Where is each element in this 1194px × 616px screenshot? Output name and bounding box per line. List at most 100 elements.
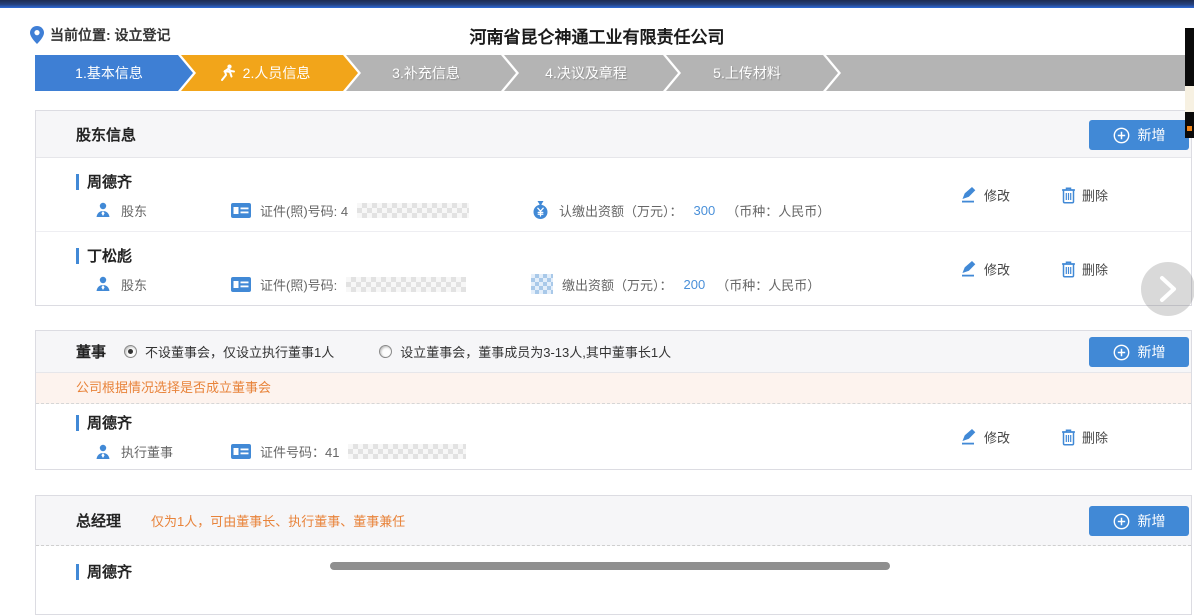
board-option-group: 不设董事会，仅设立执行董事1人 设立董事会，董事成员为3-13人,其中董事长1人 — [124, 342, 716, 361]
add-button-label: 新增 — [1138, 342, 1166, 362]
step-label: 3.补充信息 — [392, 63, 470, 83]
shareholders-section: 股东信息 新增 周德齐 股东 证件(照)号码: 4 — [35, 110, 1192, 306]
section-title: 股东信息 — [76, 124, 136, 145]
radio-with-board-label[interactable]: 设立董事会，董事成员为3-13人,其中董事长1人 — [400, 342, 671, 361]
pencil-icon — [961, 429, 978, 446]
radio-no-board-label[interactable]: 不设董事会，仅设立执行董事1人 — [145, 342, 334, 361]
name-accent-bar — [76, 415, 79, 431]
capital-suffix: （币种：人民币） — [716, 275, 820, 294]
side-widget-panel — [1185, 86, 1194, 112]
person-role: 股东 — [121, 275, 147, 294]
manager-note: 仅为1人，可由董事长、执行董事、董事兼任 — [151, 511, 405, 530]
person-role: 股东 — [121, 201, 147, 220]
side-float-widget[interactable] — [1185, 28, 1194, 138]
person-role: 执行董事 — [121, 442, 173, 461]
delete-button-label: 删除 — [1082, 428, 1108, 447]
section-title: 董事 — [76, 341, 106, 362]
delete-button-label: 删除 — [1082, 260, 1108, 279]
chevron-right-icon — [1157, 275, 1179, 303]
director-row: 周德齐 执行董事 证件号码：41 修改 — [36, 404, 1191, 470]
page-header: 当前位置: 设立登记 河南省昆仑神通工业有限责任公司 — [0, 8, 1194, 54]
edit-button-label: 修改 — [984, 428, 1010, 447]
step-label: 4.决议及章程 — [545, 63, 637, 83]
step-personnel-info[interactable]: 2.人员信息 — [181, 55, 358, 91]
plus-circle-icon — [1113, 344, 1130, 361]
plus-circle-icon — [1113, 513, 1130, 530]
shareholder-row: 周德齐 股东 证件(照)号码: 4 认缴出资额（万元）：300（币种： — [36, 158, 1191, 232]
manager-header: 总经理 仅为1人，可由董事长、执行董事、董事兼任 新增 — [36, 496, 1191, 546]
carousel-next-button[interactable] — [1141, 262, 1194, 316]
person-name-line: 周德齐 — [76, 412, 132, 433]
directors-header: 董事 不设董事会，仅设立执行董事1人 设立董事会，董事成员为3-13人,其中董事… — [36, 331, 1191, 373]
id-card-icon — [231, 277, 251, 292]
pencil-icon — [961, 186, 978, 203]
edit-button-label: 修改 — [984, 260, 1010, 279]
person-name: 丁松彪 — [87, 245, 132, 266]
row-actions: 修改 删除 — [961, 404, 1191, 470]
trash-icon — [1061, 261, 1076, 278]
redacted-money-bag-icon — [531, 274, 553, 294]
step-resolution-charter[interactable]: 4.决议及章程 — [504, 55, 678, 91]
manager-section: 总经理 仅为1人，可由董事长、执行董事、董事兼任 新增 周德齐 — [35, 495, 1192, 615]
add-manager-button[interactable]: 新增 — [1089, 506, 1189, 536]
person-name: 周德齐 — [87, 171, 132, 192]
person-icon — [94, 275, 112, 293]
step-wizard: 1.基本信息 2.人员信息 3.补充信息 4.决议及章程 5.上传材料 — [35, 55, 1194, 91]
add-shareholder-button[interactable]: 新增 — [1089, 120, 1189, 150]
person-name: 周德齐 — [87, 412, 132, 433]
capital-suffix: （币种：人民币） — [726, 201, 830, 220]
step-basic-info[interactable]: 1.基本信息 — [35, 55, 193, 91]
shareholder-row: 丁松彪 股东 证件(照)号码: 缴出资额（万元）： 200 （币种：人民币） — [36, 232, 1191, 306]
delete-button[interactable]: 删除 — [1061, 260, 1108, 279]
add-director-button[interactable]: 新增 — [1089, 337, 1189, 367]
money-bag-icon — [531, 200, 550, 220]
step-bar-tail — [826, 55, 1194, 91]
name-accent-bar — [76, 174, 79, 190]
edit-button[interactable]: 修改 — [961, 185, 1010, 204]
id-number-label: 证件(照)号码: 4 — [260, 201, 348, 220]
person-name-line: 周德齐 — [76, 561, 132, 582]
delete-button[interactable]: 删除 — [1061, 428, 1108, 447]
id-card-icon — [231, 203, 251, 218]
capital-value: 300 — [692, 203, 718, 218]
trash-icon — [1061, 429, 1076, 446]
person-name-line: 周德齐 — [76, 171, 132, 192]
person-detail-line: 股东 证件(照)号码: 缴出资额（万元）： 200 （币种：人民币） — [94, 274, 820, 294]
add-button-label: 新增 — [1138, 511, 1166, 531]
capital-label: 认缴出资额（万元）： — [559, 201, 683, 220]
plus-circle-icon — [1113, 127, 1130, 144]
manager-row: 周德齐 — [36, 546, 1191, 616]
pencil-icon — [961, 261, 978, 278]
step-label: 1.基本信息 — [75, 63, 153, 83]
id-number-label: 证件号码：41 — [260, 442, 339, 461]
shareholders-header: 股东信息 新增 — [36, 111, 1191, 158]
capital-value: 200 — [682, 277, 708, 292]
step-label: 2.人员信息 — [243, 63, 321, 83]
redacted-id-number — [348, 444, 466, 459]
radio-no-board[interactable] — [124, 345, 137, 358]
section-title: 总经理 — [76, 510, 121, 531]
edit-button[interactable]: 修改 — [961, 260, 1010, 279]
id-card-icon — [231, 444, 251, 459]
person-detail-line: 股东 证件(照)号码: 4 认缴出资额（万元）： 300 （币种：人民币） — [94, 200, 830, 220]
side-widget-dot — [1187, 126, 1192, 131]
name-accent-bar — [76, 248, 79, 264]
delete-button-label: 删除 — [1082, 185, 1108, 204]
step-label: 5.上传材料 — [713, 63, 791, 83]
row-actions: 修改 删除 — [961, 158, 1191, 231]
delete-button[interactable]: 删除 — [1061, 185, 1108, 204]
id-number-label: 证件(照)号码: — [260, 275, 337, 294]
trash-icon — [1061, 186, 1076, 203]
name-accent-bar — [76, 564, 79, 580]
person-detail-line: 执行董事 证件号码：41 — [94, 442, 531, 461]
directors-section: 董事 不设董事会，仅设立执行董事1人 设立董事会，董事成员为3-13人,其中董事… — [35, 330, 1192, 470]
person-name: 周德齐 — [87, 561, 132, 582]
horizontal-scrollbar-thumb[interactable] — [330, 562, 890, 570]
directors-note: 公司根据情况选择是否成立董事会 — [36, 373, 1191, 404]
step-upload-materials[interactable]: 5.上传材料 — [666, 55, 838, 91]
radio-with-board[interactable] — [379, 345, 392, 358]
person-icon — [94, 443, 112, 461]
step-supplementary-info[interactable]: 3.补充信息 — [346, 55, 516, 91]
edit-button[interactable]: 修改 — [961, 428, 1010, 447]
capital-label: 缴出资额（万元）： — [562, 275, 673, 294]
